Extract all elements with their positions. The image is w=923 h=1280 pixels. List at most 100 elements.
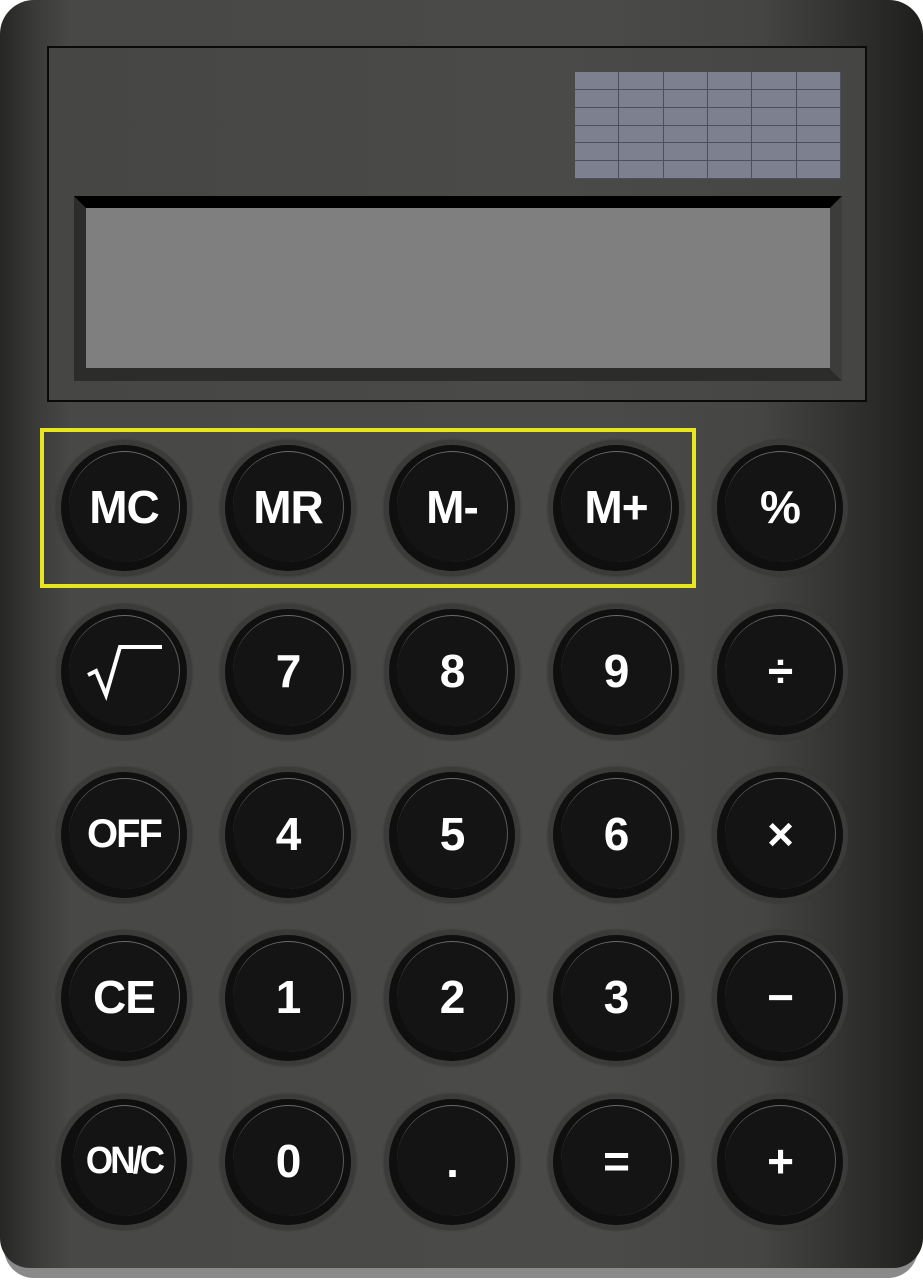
solar-cell <box>663 161 708 179</box>
key-6-button[interactable]: 6 <box>548 767 684 903</box>
key-ring: = <box>553 1099 679 1225</box>
key-ce-button[interactable]: CE <box>56 930 192 1066</box>
key-5-button[interactable]: 5 <box>384 767 520 903</box>
key-on-c-button[interactable]: ON/C <box>56 1094 192 1230</box>
solar-cell <box>619 107 664 126</box>
solar-cell <box>796 161 841 179</box>
key-ring: CE <box>61 935 187 1061</box>
key-ring: 8 <box>389 609 515 735</box>
solar-cell <box>796 125 841 144</box>
solar-cell <box>707 89 753 108</box>
key-label: MC <box>69 451 180 562</box>
solar-cell <box>663 143 708 162</box>
key-label: 7 <box>233 615 344 726</box>
solar-cell <box>575 89 620 108</box>
solar-cell <box>663 107 708 126</box>
display-frame <box>74 196 842 381</box>
key-ring: + <box>717 1099 843 1225</box>
key-1-button[interactable]: 1 <box>220 930 356 1066</box>
solar-cell <box>707 72 753 90</box>
key-3-button[interactable]: 3 <box>548 930 684 1066</box>
key-label: M- <box>397 451 508 562</box>
solar-cell <box>619 143 664 162</box>
key-ring: 3 <box>553 935 679 1061</box>
key-divide-button[interactable]: ÷ <box>712 604 848 740</box>
solar-cell <box>575 72 620 90</box>
solar-cell <box>752 143 797 162</box>
key-label: M+ <box>561 451 672 562</box>
key-0-button[interactable]: 0 <box>220 1094 356 1230</box>
solar-cell <box>707 125 753 144</box>
key-ring: 0 <box>225 1099 351 1225</box>
key-add-button[interactable]: + <box>712 1094 848 1230</box>
solar-cell <box>752 107 797 126</box>
key-m-plus-button[interactable]: M+ <box>548 440 684 576</box>
key-m-minus-button[interactable]: M- <box>384 440 520 576</box>
key-ring: − <box>717 935 843 1061</box>
solar-cell <box>619 125 664 144</box>
solar-cell <box>707 107 753 126</box>
key-label: 6 <box>561 778 672 889</box>
key-label: 9 <box>561 615 672 726</box>
key-label: = <box>561 1105 672 1216</box>
key-label: % <box>725 451 836 562</box>
key-ring: OFF <box>61 772 187 898</box>
calculator-body: MC MR M- M+% 7 8 9 ÷ OFF 4 5 6 × CE 1 2 3− ON/C 0. = + <box>0 0 923 1268</box>
solar-cell <box>575 143 620 162</box>
solar-cell <box>575 107 620 126</box>
key-ring: 9 <box>553 609 679 735</box>
key-label: OFF <box>69 778 180 889</box>
key-sqrt-button[interactable] <box>56 604 192 740</box>
solar-cell <box>707 161 753 179</box>
solar-cell <box>752 72 797 90</box>
key-ring: 6 <box>553 772 679 898</box>
key-label: × <box>725 778 836 889</box>
key-ring: MC <box>61 445 187 571</box>
key-mr-button[interactable]: MR <box>220 440 356 576</box>
key-9-button[interactable]: 9 <box>548 604 684 740</box>
solar-cell <box>663 125 708 144</box>
key-ring: M- <box>389 445 515 571</box>
key-decimal-button[interactable]: . <box>384 1094 520 1230</box>
key-ring: 7 <box>225 609 351 735</box>
key-label: 2 <box>397 941 508 1052</box>
key-multiply-button[interactable]: × <box>712 767 848 903</box>
key-label: 8 <box>397 615 508 726</box>
solar-cell <box>619 72 664 90</box>
solar-cell <box>575 125 620 144</box>
display-screen <box>86 208 830 368</box>
solar-cell <box>796 143 841 162</box>
key-ring: ÷ <box>717 609 843 735</box>
key-subtract-button[interactable]: − <box>712 930 848 1066</box>
key-ring: × <box>717 772 843 898</box>
key-label: + <box>725 1105 836 1216</box>
key-ring: ON/C <box>61 1099 187 1225</box>
solar-cell <box>752 125 797 144</box>
key-label: 3 <box>561 941 672 1052</box>
key-ring: 1 <box>225 935 351 1061</box>
key-equals-button[interactable]: = <box>548 1094 684 1230</box>
key-ring: % <box>717 445 843 571</box>
key-4-button[interactable]: 4 <box>220 767 356 903</box>
key-7-button[interactable]: 7 <box>220 604 356 740</box>
solar-cell <box>752 89 797 108</box>
key-label: CE <box>69 941 180 1052</box>
key-label: − <box>725 941 836 1052</box>
key-ring: 4 <box>225 772 351 898</box>
key-ring: 5 <box>389 772 515 898</box>
key-off-button[interactable]: OFF <box>56 767 192 903</box>
key-label: ÷ <box>725 615 836 726</box>
key-label: 0 <box>233 1105 344 1216</box>
key-percent-button[interactable]: % <box>712 440 848 576</box>
key-label: ON/C <box>73 1105 176 1216</box>
key-label: 1 <box>233 941 344 1052</box>
key-label <box>69 615 180 726</box>
key-2-button[interactable]: 2 <box>384 930 520 1066</box>
key-ring: M+ <box>553 445 679 571</box>
solar-cell <box>796 72 841 90</box>
key-mc-button[interactable]: MC <box>56 440 192 576</box>
key-label: 5 <box>397 778 508 889</box>
key-8-button[interactable]: 8 <box>384 604 520 740</box>
solar-cell <box>663 72 708 90</box>
solar-cell <box>796 89 841 108</box>
